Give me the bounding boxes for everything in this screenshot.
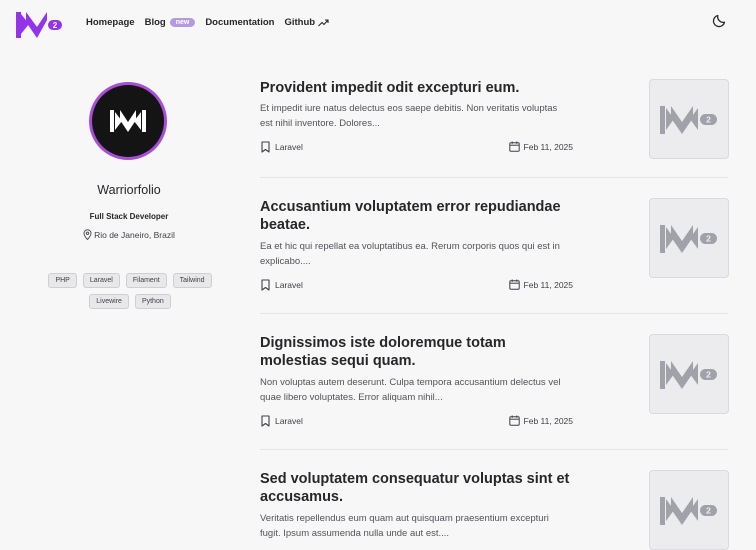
post-thumbnail[interactable]: 2 [649, 334, 729, 414]
nav-blog-label: Blog [144, 17, 166, 28]
skill-tag: Laravel [82, 273, 120, 288]
post-date: Feb 11, 2025 [508, 279, 573, 290]
nav-homepage-label: Homepage [86, 17, 135, 28]
post-date: Feb 11, 2025 [508, 141, 573, 152]
nav-documentation[interactable]: Documentation [205, 17, 274, 28]
profile-location-text: Rio de Janeiro, Brazil [94, 229, 175, 240]
post-category[interactable]: Laravel [260, 141, 303, 153]
nav-github[interactable]: Github [284, 17, 329, 28]
placeholder-logo-icon: 2 [660, 361, 717, 389]
post-meta: Laravel Feb 11, 2025 [260, 279, 573, 293]
blog-post-card[interactable]: Provident impedit odit excepturi eum. Et… [260, 79, 729, 169]
nav-blog[interactable]: Blog new [145, 17, 196, 28]
map-pin-icon [83, 229, 92, 240]
avatar-logo-icon [110, 110, 146, 132]
post-thumbnail[interactable]: 2 [649, 198, 729, 278]
post-title[interactable]: Dignissimos iste doloremque totam molest… [260, 334, 570, 370]
skill-tag: Livewire [89, 294, 129, 309]
post-meta: Laravel Feb 11, 2025 [260, 415, 573, 429]
logo-badge-number: 2 [53, 21, 58, 30]
post-excerpt: Et impedit iure natus delectus eos saepe… [260, 103, 558, 129]
nav-github-label: Github [284, 17, 316, 28]
post-date-text: Feb 11, 2025 [523, 415, 573, 426]
blog-post-card[interactable]: Accusantium voluptatem error repudiandae… [260, 198, 729, 298]
profile-role: Full Stack Developer [89, 212, 169, 221]
post-excerpt: Non voluptas autem deserunt. Culpa tempo… [260, 377, 561, 403]
placeholder-logo-icon: 2 [660, 225, 717, 253]
bookmark-icon [261, 279, 270, 291]
post-title[interactable]: Accusantium voluptatem error repudiandae… [260, 198, 570, 234]
post-category[interactable]: Laravel [260, 279, 303, 291]
post-excerpt: Ea et hic qui repellat ea voluptatibus e… [260, 241, 560, 267]
post-category-label: Laravel [275, 280, 303, 290]
skill-tag: Python [134, 294, 171, 309]
skill-tag: Tailwind [172, 273, 212, 288]
profile-location: Rio de Janeiro, Brazil [0, 229, 258, 240]
blog-new-badge: new [169, 18, 196, 27]
post-category[interactable]: Laravel [260, 415, 303, 427]
post-category-label: Laravel [275, 142, 303, 152]
post-divider [260, 177, 728, 178]
post-date: Feb 11, 2025 [508, 415, 573, 426]
bookmark-icon [261, 141, 270, 153]
blog-post-card[interactable]: Sed voluptatem consequatur voluptas sint… [260, 470, 729, 550]
post-date-text: Feb 11, 2025 [523, 141, 573, 152]
placeholder-badge-number: 2 [706, 506, 711, 516]
post-title[interactable]: Provident impedit odit excepturi eum. [260, 79, 570, 97]
placeholder-badge-number: 2 [706, 234, 711, 244]
logo-link[interactable]: 2 [16, 10, 62, 40]
calendar-icon [508, 279, 520, 290]
post-category-label: Laravel [275, 416, 303, 426]
post-title[interactable]: Sed voluptatem consequatur voluptas sint… [260, 470, 570, 506]
main-nav: Homepage Blog new Documentation Github [86, 17, 339, 28]
wm-logo-icon: 2 [16, 12, 62, 38]
profile-name: Warriorfolio [97, 183, 161, 197]
trending-up-icon [318, 19, 329, 27]
avatar [89, 82, 167, 160]
post-date-text: Feb 11, 2025 [523, 279, 573, 290]
blog-post-card[interactable]: Dignissimos iste doloremque totam molest… [260, 334, 729, 434]
skill-tag: Filament [125, 273, 167, 288]
calendar-icon [508, 415, 520, 426]
calendar-icon [508, 141, 520, 152]
post-thumbnail[interactable]: 2 [649, 79, 729, 159]
moon-icon[interactable] [712, 12, 728, 28]
site-header: 2 Homepage Blog new Documentation Github [0, 0, 756, 48]
nav-documentation-label: Documentation [205, 17, 275, 28]
post-meta: Laravel Feb 11, 2025 [260, 141, 573, 155]
post-divider [260, 449, 728, 450]
post-thumbnail[interactable]: 2 [649, 470, 729, 550]
skill-tags: PHP Laravel Filament Tailwind Livewire P… [38, 273, 222, 315]
post-divider [260, 313, 728, 314]
bookmark-icon [261, 415, 270, 427]
placeholder-badge-number: 2 [706, 370, 711, 380]
placeholder-logo-icon: 2 [660, 106, 717, 134]
placeholder-logo-icon: 2 [660, 497, 717, 525]
skill-tag: PHP [48, 273, 77, 288]
nav-homepage[interactable]: Homepage [86, 17, 135, 28]
post-excerpt: Veritatis repellendus eum quam aut quisq… [260, 513, 549, 539]
placeholder-badge-number: 2 [706, 115, 711, 125]
